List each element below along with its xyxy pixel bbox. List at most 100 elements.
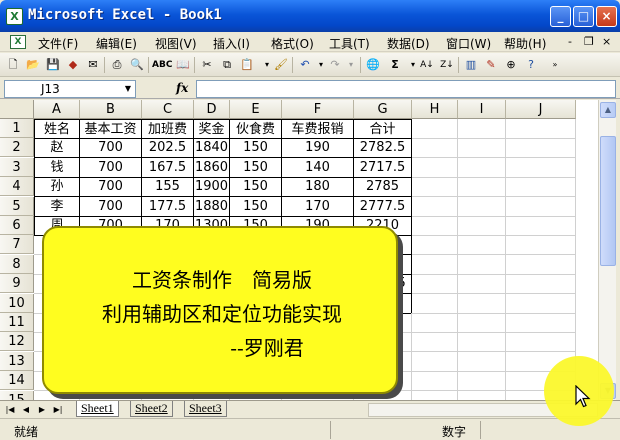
menu-help[interactable]: 帮助(H) bbox=[504, 35, 546, 52]
cell-h15[interactable] bbox=[412, 390, 458, 400]
workbook-icon[interactable]: X bbox=[10, 35, 26, 49]
cell-c4[interactable]: 155 bbox=[142, 177, 194, 198]
cell-d3[interactable]: 1860 bbox=[194, 157, 230, 178]
cell-j9[interactable] bbox=[506, 274, 576, 295]
copy-icon[interactable]: ⧉ bbox=[218, 56, 236, 74]
cell-d2[interactable]: 1840 bbox=[194, 138, 230, 159]
cell-e4[interactable]: 150 bbox=[230, 177, 282, 198]
drawing-icon[interactable]: ✎ bbox=[482, 56, 500, 74]
cell-e2[interactable]: 150 bbox=[230, 138, 282, 159]
cell-h10[interactable] bbox=[412, 293, 458, 314]
spelling-icon[interactable]: ABC bbox=[152, 56, 172, 74]
row-header-6[interactable]: 6 bbox=[0, 216, 34, 235]
menu-insert[interactable]: 插入(I) bbox=[213, 35, 250, 52]
cell-h1[interactable] bbox=[412, 119, 458, 139]
cell-i10[interactable] bbox=[458, 293, 506, 314]
cell-h5[interactable] bbox=[412, 196, 458, 217]
help-icon[interactable]: ? bbox=[522, 56, 540, 74]
cell-h14[interactable] bbox=[412, 371, 458, 392]
row-header-2[interactable]: 2 bbox=[0, 138, 34, 158]
row-header-4[interactable]: 4 bbox=[0, 177, 34, 197]
row-header-7[interactable]: 7 bbox=[0, 235, 34, 255]
scroll-up-button[interactable]: ▲ bbox=[600, 102, 616, 118]
hyperlink-icon[interactable]: 🌐 bbox=[364, 56, 382, 74]
cell-j2[interactable] bbox=[506, 138, 576, 159]
cell-a5[interactable]: 李 bbox=[34, 196, 80, 217]
cell-c5[interactable]: 177.5 bbox=[142, 196, 194, 217]
cell-c3[interactable]: 167.5 bbox=[142, 157, 194, 178]
email-icon[interactable]: ✉ bbox=[84, 56, 102, 74]
redo-dropdown-icon[interactable]: ▾ bbox=[342, 56, 360, 74]
cell-i13[interactable] bbox=[458, 351, 506, 372]
cell-j6[interactable] bbox=[506, 216, 576, 236]
row-header-1[interactable]: 1 bbox=[0, 119, 34, 138]
cell-h8[interactable] bbox=[412, 254, 458, 275]
select-all-corner[interactable] bbox=[0, 100, 34, 119]
cell-i11[interactable] bbox=[458, 313, 506, 333]
cell-g3[interactable]: 2717.5 bbox=[354, 157, 412, 178]
cell-j8[interactable] bbox=[506, 254, 576, 275]
menu-data[interactable]: 数据(D) bbox=[387, 35, 430, 52]
column-header-j[interactable]: J bbox=[506, 100, 576, 119]
doc-close-button[interactable]: × bbox=[602, 35, 611, 48]
cell-j11[interactable] bbox=[506, 313, 576, 333]
cell-f2[interactable]: 190 bbox=[282, 138, 354, 159]
paste-icon[interactable]: 📋 bbox=[238, 56, 256, 74]
menu-view[interactable]: 视图(V) bbox=[155, 35, 197, 52]
next-sheet-icon[interactable]: ▶ bbox=[36, 403, 48, 416]
menu-file[interactable]: 文件(F) bbox=[38, 35, 78, 52]
column-header-a[interactable]: A bbox=[34, 100, 80, 119]
cell-i6[interactable] bbox=[458, 216, 506, 236]
row-header-3[interactable]: 3 bbox=[0, 157, 34, 177]
cell-b2[interactable]: 700 bbox=[80, 138, 142, 159]
first-sheet-icon[interactable]: |◀ bbox=[4, 403, 16, 416]
row-header-14[interactable]: 14 bbox=[0, 371, 34, 391]
column-header-e[interactable]: E bbox=[230, 100, 282, 119]
cell-j10[interactable] bbox=[506, 293, 576, 314]
cell-i14[interactable] bbox=[458, 371, 506, 392]
row-header-12[interactable]: 12 bbox=[0, 332, 34, 352]
row-header-10[interactable]: 10 bbox=[0, 293, 34, 313]
cell-j7[interactable] bbox=[506, 235, 576, 256]
cell-a3[interactable]: 钱 bbox=[34, 157, 80, 178]
chart-icon[interactable]: ▥ bbox=[462, 56, 480, 74]
vertical-scrollbar[interactable]: ▲ ▼ bbox=[598, 100, 616, 400]
cell-d1[interactable]: 奖金 bbox=[194, 119, 230, 139]
menu-tools[interactable]: 工具(T) bbox=[329, 35, 370, 52]
cell-b3[interactable]: 700 bbox=[80, 157, 142, 178]
cell-f5[interactable]: 170 bbox=[282, 196, 354, 217]
menu-edit[interactable]: 编辑(E) bbox=[96, 35, 137, 52]
format-painter-icon[interactable]: 🖌 bbox=[272, 56, 290, 74]
minimize-button[interactable]: _ bbox=[550, 6, 571, 27]
menu-window[interactable]: 窗口(W) bbox=[446, 35, 491, 52]
cell-i4[interactable] bbox=[458, 177, 506, 198]
cell-i8[interactable] bbox=[458, 254, 506, 275]
cell-j5[interactable] bbox=[506, 196, 576, 217]
cut-icon[interactable]: ✂ bbox=[198, 56, 216, 74]
open-icon[interactable]: 📂 bbox=[24, 56, 42, 74]
new-icon[interactable]: 🗋 bbox=[4, 56, 22, 74]
cell-i9[interactable] bbox=[458, 274, 506, 295]
cell-h12[interactable] bbox=[412, 332, 458, 353]
sheet-tab-sheet1[interactable]: Sheet1 bbox=[76, 401, 119, 417]
doc-restore-button[interactable]: ❐ bbox=[584, 35, 594, 48]
row-header-13[interactable]: 13 bbox=[0, 351, 34, 371]
cell-h4[interactable] bbox=[412, 177, 458, 198]
sheet-tab-sheet2[interactable]: Sheet2 bbox=[130, 401, 173, 417]
cell-i15[interactable] bbox=[458, 390, 506, 400]
zoom-icon[interactable]: ⊕ bbox=[502, 56, 520, 74]
column-header-f[interactable]: F bbox=[282, 100, 354, 119]
scroll-thumb[interactable] bbox=[600, 136, 616, 266]
cell-b5[interactable]: 700 bbox=[80, 196, 142, 217]
name-box[interactable]: J13 ▼ bbox=[4, 80, 136, 98]
sheet-tab-sheet3[interactable]: Sheet3 bbox=[184, 401, 227, 417]
formula-input[interactable] bbox=[196, 80, 616, 98]
doc-minimize-button[interactable]: - bbox=[568, 35, 572, 48]
cell-a2[interactable]: 赵 bbox=[34, 138, 80, 159]
cell-c1[interactable]: 加班费 bbox=[142, 119, 194, 139]
row-header-5[interactable]: 5 bbox=[0, 196, 34, 216]
print-preview-icon[interactable]: 🔍 bbox=[128, 56, 146, 74]
menu-format[interactable]: 格式(O) bbox=[271, 35, 314, 52]
toolbar-options-icon[interactable]: » bbox=[546, 56, 564, 74]
cell-h13[interactable] bbox=[412, 351, 458, 372]
